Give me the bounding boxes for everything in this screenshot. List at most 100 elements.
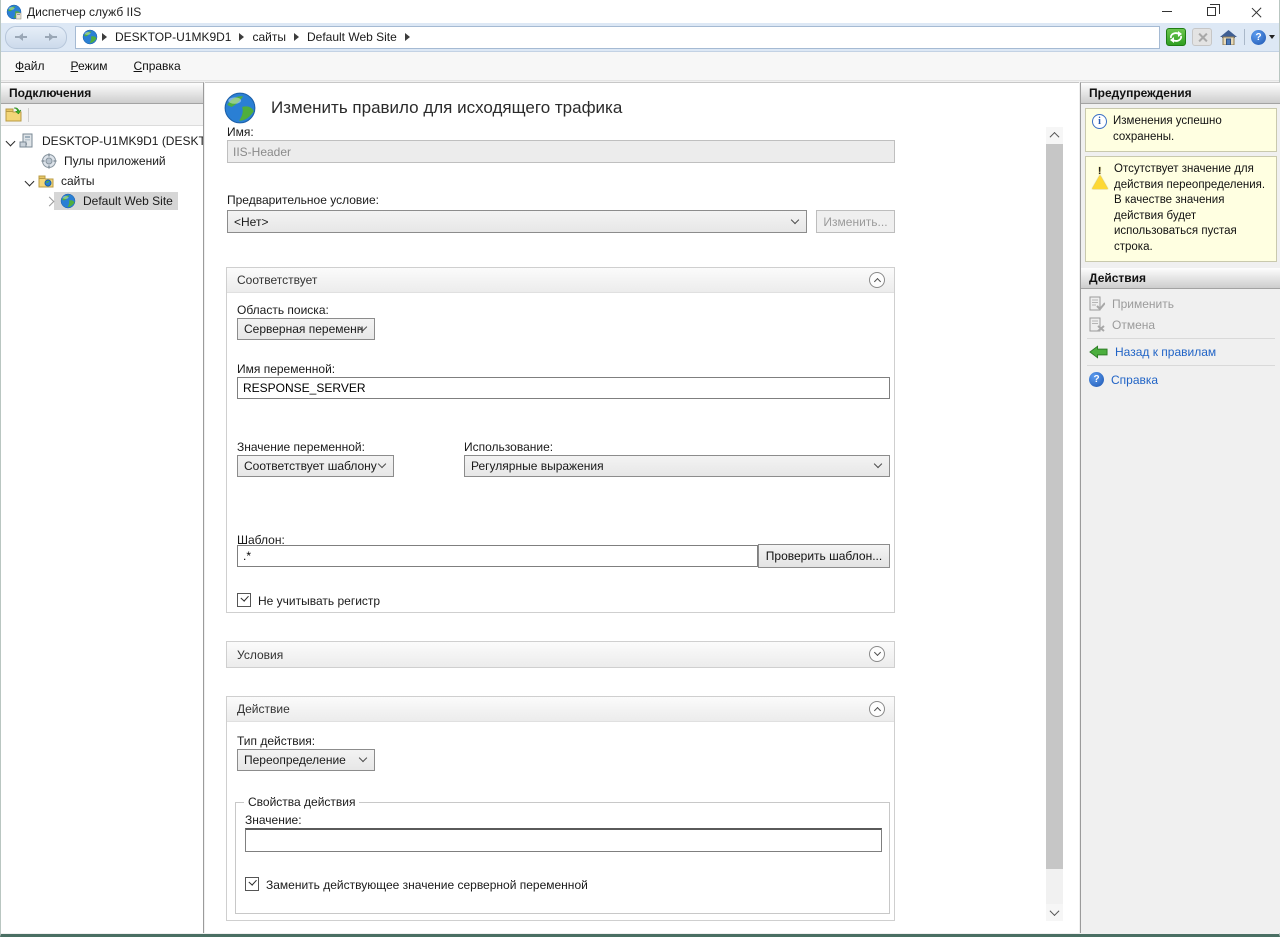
- breadcrumb-arrow-icon: [102, 33, 107, 41]
- tree-node-label: Пулы приложений: [61, 153, 169, 169]
- help-icon: [1089, 372, 1104, 387]
- help-link[interactable]: Справка: [1081, 369, 1280, 390]
- scroll-up-icon[interactable]: [1046, 127, 1063, 144]
- collapse-section-icon[interactable]: [869, 701, 885, 717]
- collapse-section-icon[interactable]: [869, 272, 885, 288]
- scroll-down-icon[interactable]: [1046, 904, 1063, 921]
- chevron-down-icon: [379, 461, 386, 468]
- breadcrumb[interactable]: DESKTOP-U1MK9D1 сайты Default Web Site: [75, 26, 1160, 49]
- apply-button[interactable]: Применить: [1081, 293, 1280, 314]
- tree-node-default-web-site[interactable]: Default Web Site: [1, 191, 203, 211]
- window-title: Диспетчер служб IIS: [27, 5, 141, 19]
- cancel-icon: [1089, 317, 1105, 332]
- breadcrumb-item-sites[interactable]: сайты: [248, 30, 290, 44]
- variable-value-label: Значение переменной:: [237, 440, 365, 454]
- value-input[interactable]: [245, 828, 882, 852]
- menu-view[interactable]: Режим: [71, 55, 120, 77]
- collapse-icon[interactable]: [6, 137, 15, 146]
- breadcrumb-item-server[interactable]: DESKTOP-U1MK9D1: [111, 30, 235, 44]
- app-pools-icon: [41, 153, 57, 169]
- menu-bar: Файл Режим Справка: [1, 52, 1279, 81]
- chevron-down-icon: [1269, 35, 1275, 39]
- match-section-header[interactable]: Соответствует: [227, 268, 894, 293]
- help-menu-button[interactable]: [1251, 30, 1275, 45]
- replace-value-checkbox[interactable]: [245, 877, 259, 891]
- tree-node-label: сайты: [58, 173, 98, 189]
- expand-section-icon[interactable]: [869, 646, 885, 662]
- actions-separator: [1087, 365, 1275, 366]
- page-title: Изменить правило для исходящего трафика: [271, 98, 622, 118]
- conditions-section-header[interactable]: Условия: [227, 642, 894, 667]
- cancel-button[interactable]: Отмена: [1081, 314, 1280, 335]
- info-note: Изменения успешно сохранены.: [1085, 108, 1277, 152]
- name-label: Имя:: [227, 125, 254, 139]
- edit-precondition-button[interactable]: Изменить...: [816, 210, 895, 233]
- tree-node-sites[interactable]: сайты: [1, 171, 203, 191]
- close-icon[interactable]: [1234, 0, 1279, 23]
- title-bar: Диспетчер служб IIS: [1, 0, 1279, 23]
- alerts-header: Предупреждения: [1081, 83, 1280, 104]
- minimize-icon[interactable]: [1144, 0, 1189, 23]
- warning-note: Отсутствует значение для действия переоп…: [1085, 156, 1277, 262]
- variable-name-input[interactable]: RESPONSE_SERVER: [237, 377, 890, 399]
- tree-node-app-pools[interactable]: Пулы приложений: [1, 151, 203, 171]
- feature-view: Изменить правило для исходящего трафика …: [205, 82, 1079, 933]
- action-section: Действие Тип действия: Переопределение С…: [226, 696, 895, 921]
- scope-label: Область поиска:: [237, 303, 329, 317]
- globe-icon: [82, 29, 98, 45]
- chevron-down-icon: [792, 217, 799, 224]
- breadcrumb-arrow-icon: [405, 33, 410, 41]
- tree-node-server[interactable]: DESKTOP-U1MK9D1 (DESKTOP: [1, 131, 203, 151]
- scrollbar-thumb[interactable]: [1046, 144, 1063, 869]
- action-type-select[interactable]: Переопределение: [237, 749, 375, 771]
- actions-header: Действия: [1081, 268, 1280, 289]
- sites-folder-icon: [38, 173, 54, 189]
- refresh-icon[interactable]: [1166, 28, 1186, 46]
- test-pattern-button[interactable]: Проверить шаблон...: [758, 544, 890, 568]
- page-globe-icon: [223, 91, 257, 125]
- breadcrumb-item-default-web-site[interactable]: Default Web Site: [303, 30, 401, 44]
- conditions-section: Условия: [226, 641, 895, 668]
- restore-icon[interactable]: [1189, 0, 1234, 23]
- save-connections-icon[interactable]: [5, 107, 22, 122]
- warning-note-text: Отсутствует значение для действия переоп…: [1114, 162, 1270, 255]
- breadcrumb-arrow-icon: [294, 33, 299, 41]
- forward-icon[interactable]: [42, 30, 60, 44]
- site-globe-icon: [60, 193, 76, 209]
- value-label: Значение:: [245, 813, 302, 827]
- precondition-label: Предварительное условие:: [227, 193, 379, 207]
- expand-icon[interactable]: [45, 197, 54, 206]
- menu-file[interactable]: Файл: [15, 55, 57, 77]
- replace-value-label: Заменить действующее значение серверной …: [266, 878, 588, 892]
- connections-toolbar: [1, 104, 203, 126]
- collapse-icon[interactable]: [25, 177, 34, 186]
- tree-node-label: DESKTOP-U1MK9D1 (DESKTOP: [39, 133, 203, 149]
- vertical-scrollbar[interactable]: [1046, 127, 1063, 921]
- ignore-case-checkbox[interactable]: [237, 593, 251, 607]
- info-note-text: Изменения успешно сохранены.: [1113, 114, 1270, 145]
- back-icon[interactable]: [12, 30, 30, 44]
- precondition-select[interactable]: <Нет>: [227, 210, 807, 233]
- menu-help[interactable]: Справка: [134, 55, 193, 77]
- address-bar: DESKTOP-U1MK9D1 сайты Default Web Site: [1, 23, 1279, 52]
- action-section-header[interactable]: Действие: [227, 697, 894, 722]
- variable-name-label: Имя переменной:: [237, 362, 335, 376]
- action-properties-group: Свойства действия Значение: Заменить дей…: [235, 802, 890, 914]
- breadcrumb-arrow-icon: [239, 33, 244, 41]
- home-icon[interactable]: [1218, 28, 1238, 46]
- action-properties-legend: Свойства действия: [244, 795, 359, 809]
- variable-value-select[interactable]: Соответствует шаблону: [237, 455, 394, 477]
- name-input[interactable]: IIS-Header: [227, 140, 895, 163]
- pattern-input[interactable]: .*: [237, 545, 758, 567]
- stop-icon[interactable]: [1192, 28, 1212, 46]
- back-to-rules-link[interactable]: Назад к правилам: [1081, 342, 1280, 362]
- help-icon: [1251, 30, 1266, 45]
- chevron-down-icon: [360, 755, 367, 762]
- iis-manager-window: Диспетчер служб IIS DESKTOP-U1MK9D1 сайт…: [0, 0, 1280, 937]
- info-icon: [1092, 114, 1107, 129]
- warning-icon: [1092, 163, 1108, 189]
- toolbar-separator: [1244, 29, 1245, 45]
- using-select[interactable]: Регулярные выражения: [464, 455, 890, 477]
- scope-select[interactable]: Серверная переменн: [237, 318, 375, 340]
- connections-tree: DESKTOP-U1MK9D1 (DESKTOP Пулы приложений…: [1, 126, 203, 211]
